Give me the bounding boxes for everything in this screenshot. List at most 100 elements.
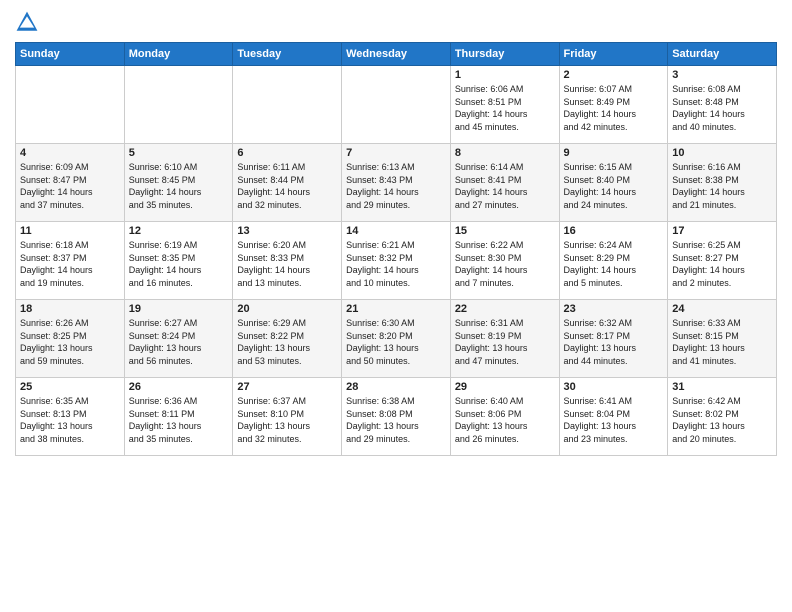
week-row-3: 11 Sunrise: 6:18 AM Sunset: 8:37 PM Dayli… — [16, 222, 777, 300]
day-number: 12 — [129, 225, 229, 237]
day-info: Sunrise: 6:40 AM Sunset: 8:06 PM Dayligh… — [455, 395, 555, 445]
day-number: 20 — [237, 303, 337, 315]
day-header-tuesday: Tuesday — [233, 43, 342, 66]
day-info: Sunrise: 6:36 AM Sunset: 8:11 PM Dayligh… — [129, 395, 229, 445]
day-info: Sunrise: 6:35 AM Sunset: 8:13 PM Dayligh… — [20, 395, 120, 445]
day-info: Sunrise: 6:11 AM Sunset: 8:44 PM Dayligh… — [237, 161, 337, 211]
calendar-cell: 27 Sunrise: 6:37 AM Sunset: 8:10 PM Dayli… — [233, 378, 342, 456]
day-number: 31 — [672, 381, 772, 393]
day-number: 5 — [129, 147, 229, 159]
day-number: 22 — [455, 303, 555, 315]
logo-icon — [15, 10, 39, 34]
calendar-cell: 16Sunrise: 6:24 AM Sunset: 8:29 PM Dayli… — [559, 222, 668, 300]
day-info: Sunrise: 6:42 AM Sunset: 8:02 PM Dayligh… — [672, 395, 772, 445]
day-info: Sunrise: 6:33 AM Sunset: 8:15 PM Dayligh… — [672, 317, 772, 367]
day-info: Sunrise: 6:31 AM Sunset: 8:19 PM Dayligh… — [455, 317, 555, 367]
calendar-header-row: SundayMondayTuesdayWednesdayThursdayFrid… — [16, 43, 777, 66]
calendar-cell: 2 Sunrise: 6:07 AM Sunset: 8:49 PM Daylig… — [559, 66, 668, 144]
day-info: Sunrise: 6:10 AM Sunset: 8:45 PM Dayligh… — [129, 161, 229, 211]
logo — [15, 10, 43, 34]
page: SundayMondayTuesdayWednesdayThursdayFrid… — [0, 0, 792, 612]
week-row-1: 1 Sunrise: 6:06 AM Sunset: 8:51 PM Daylig… — [16, 66, 777, 144]
calendar-cell: 31 Sunrise: 6:42 AM Sunset: 8:02 PM Dayli… — [668, 378, 777, 456]
day-number: 7 — [346, 147, 446, 159]
calendar-table: SundayMondayTuesdayWednesdayThursdayFrid… — [15, 42, 777, 456]
calendar-cell: 26 Sunrise: 6:36 AM Sunset: 8:11 PM Dayli… — [124, 378, 233, 456]
day-number: 4 — [20, 147, 120, 159]
week-row-4: 18 Sunrise: 6:26 AM Sunset: 8:25 PM Dayli… — [16, 300, 777, 378]
calendar-cell: 9 Sunrise: 6:15 AM Sunset: 8:40 PM Daylig… — [559, 144, 668, 222]
calendar-cell: 21Sunrise: 6:30 AM Sunset: 8:20 PM Dayli… — [342, 300, 451, 378]
calendar-cell: 3 Sunrise: 6:08 AM Sunset: 8:48 PM Daylig… — [668, 66, 777, 144]
calendar-cell: 19Sunrise: 6:27 AM Sunset: 8:24 PM Dayli… — [124, 300, 233, 378]
day-info: Sunrise: 6:13 AM Sunset: 8:43 PM Dayligh… — [346, 161, 446, 211]
day-header-monday: Monday — [124, 43, 233, 66]
day-number: 1 — [455, 69, 555, 81]
day-header-friday: Friday — [559, 43, 668, 66]
calendar-cell: 24Sunrise: 6:33 AM Sunset: 8:15 PM Dayli… — [668, 300, 777, 378]
day-number: 8 — [455, 147, 555, 159]
day-info: Sunrise: 6:18 AM Sunset: 8:37 PM Dayligh… — [20, 239, 120, 289]
header — [15, 10, 777, 34]
calendar-cell: 28Sunrise: 6:38 AM Sunset: 8:08 PM Dayli… — [342, 378, 451, 456]
calendar-cell: 5 Sunrise: 6:10 AM Sunset: 8:45 PM Daylig… — [124, 144, 233, 222]
calendar-cell: 4 Sunrise: 6:09 AM Sunset: 8:47 PM Daylig… — [16, 144, 125, 222]
day-number: 9 — [564, 147, 664, 159]
calendar-body: 1 Sunrise: 6:06 AM Sunset: 8:51 PM Daylig… — [16, 66, 777, 456]
day-info: Sunrise: 6:26 AM Sunset: 8:25 PM Dayligh… — [20, 317, 120, 367]
day-number: 18 — [20, 303, 120, 315]
calendar-cell: 15 Sunrise: 6:22 AM Sunset: 8:30 PM Dayli… — [450, 222, 559, 300]
calendar-cell: 13Sunrise: 6:20 AM Sunset: 8:33 PM Dayli… — [233, 222, 342, 300]
calendar-cell: 7 Sunrise: 6:13 AM Sunset: 8:43 PM Daylig… — [342, 144, 451, 222]
calendar-cell: 14 Sunrise: 6:21 AM Sunset: 8:32 PM Dayli… — [342, 222, 451, 300]
day-number: 2 — [564, 69, 664, 81]
calendar-cell: 17Sunrise: 6:25 AM Sunset: 8:27 PM Dayli… — [668, 222, 777, 300]
day-info: Sunrise: 6:41 AM Sunset: 8:04 PM Dayligh… — [564, 395, 664, 445]
day-number: 11 — [20, 225, 120, 237]
day-info: Sunrise: 6:21 AM Sunset: 8:32 PM Dayligh… — [346, 239, 446, 289]
day-info: Sunrise: 6:09 AM Sunset: 8:47 PM Dayligh… — [20, 161, 120, 211]
day-info: Sunrise: 6:22 AM Sunset: 8:30 PM Dayligh… — [455, 239, 555, 289]
calendar-cell: 8Sunrise: 6:14 AM Sunset: 8:41 PM Daylig… — [450, 144, 559, 222]
calendar-cell: 6Sunrise: 6:11 AM Sunset: 8:44 PM Daylig… — [233, 144, 342, 222]
day-info: Sunrise: 6:24 AM Sunset: 8:29 PM Dayligh… — [564, 239, 664, 289]
day-number: 27 — [237, 381, 337, 393]
day-header-saturday: Saturday — [668, 43, 777, 66]
day-info: Sunrise: 6:29 AM Sunset: 8:22 PM Dayligh… — [237, 317, 337, 367]
day-info: Sunrise: 6:16 AM Sunset: 8:38 PM Dayligh… — [672, 161, 772, 211]
day-info: Sunrise: 6:08 AM Sunset: 8:48 PM Dayligh… — [672, 83, 772, 133]
calendar-cell: 29 Sunrise: 6:40 AM Sunset: 8:06 PM Dayli… — [450, 378, 559, 456]
day-header-wednesday: Wednesday — [342, 43, 451, 66]
day-number: 30 — [564, 381, 664, 393]
day-number: 21 — [346, 303, 446, 315]
calendar-cell: 11 Sunrise: 6:18 AM Sunset: 8:37 PM Dayli… — [16, 222, 125, 300]
calendar-cell — [233, 66, 342, 144]
day-header-sunday: Sunday — [16, 43, 125, 66]
day-number: 26 — [129, 381, 229, 393]
day-info: Sunrise: 6:27 AM Sunset: 8:24 PM Dayligh… — [129, 317, 229, 367]
day-info: Sunrise: 6:37 AM Sunset: 8:10 PM Dayligh… — [237, 395, 337, 445]
day-info: Sunrise: 6:15 AM Sunset: 8:40 PM Dayligh… — [564, 161, 664, 211]
day-info: Sunrise: 6:07 AM Sunset: 8:49 PM Dayligh… — [564, 83, 664, 133]
day-info: Sunrise: 6:20 AM Sunset: 8:33 PM Dayligh… — [237, 239, 337, 289]
calendar-cell: 22 Sunrise: 6:31 AM Sunset: 8:19 PM Dayli… — [450, 300, 559, 378]
day-info: Sunrise: 6:32 AM Sunset: 8:17 PM Dayligh… — [564, 317, 664, 367]
calendar-cell — [124, 66, 233, 144]
day-number: 28 — [346, 381, 446, 393]
calendar-cell: 25Sunrise: 6:35 AM Sunset: 8:13 PM Dayli… — [16, 378, 125, 456]
day-header-thursday: Thursday — [450, 43, 559, 66]
day-info: Sunrise: 6:19 AM Sunset: 8:35 PM Dayligh… — [129, 239, 229, 289]
week-row-2: 4 Sunrise: 6:09 AM Sunset: 8:47 PM Daylig… — [16, 144, 777, 222]
week-row-5: 25Sunrise: 6:35 AM Sunset: 8:13 PM Dayli… — [16, 378, 777, 456]
day-number: 14 — [346, 225, 446, 237]
calendar-cell — [342, 66, 451, 144]
calendar-cell — [16, 66, 125, 144]
day-number: 15 — [455, 225, 555, 237]
day-number: 3 — [672, 69, 772, 81]
calendar-cell: 23Sunrise: 6:32 AM Sunset: 8:17 PM Dayli… — [559, 300, 668, 378]
calendar-cell: 18 Sunrise: 6:26 AM Sunset: 8:25 PM Dayli… — [16, 300, 125, 378]
calendar-cell: 12 Sunrise: 6:19 AM Sunset: 8:35 PM Dayli… — [124, 222, 233, 300]
day-info: Sunrise: 6:06 AM Sunset: 8:51 PM Dayligh… — [455, 83, 555, 133]
day-info: Sunrise: 6:25 AM Sunset: 8:27 PM Dayligh… — [672, 239, 772, 289]
day-number: 29 — [455, 381, 555, 393]
